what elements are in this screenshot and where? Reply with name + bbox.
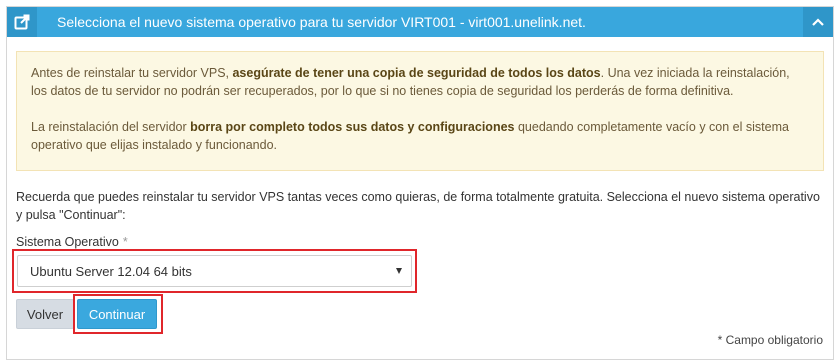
warning-text: Antes de reinstalar tu servidor VPS, [31, 66, 233, 80]
external-link-icon [7, 7, 37, 37]
os-field-label: Sistema Operativo * [16, 235, 128, 249]
collapse-button[interactable] [803, 7, 833, 37]
back-button[interactable]: Volver [16, 299, 74, 329]
reinstall-panel: Selecciona el nuevo sistema operativo pa… [6, 6, 834, 360]
warning-text: La reinstalación del servidor [31, 120, 191, 134]
intro-text: Recuerda que puedes reinstalar tu servid… [16, 190, 820, 222]
warning-paragraph-2: La reinstalación del servidor borra por … [31, 118, 809, 154]
required-field-note: * Campo obligatorio [717, 333, 823, 347]
warning-emphasis: asegúrate de tener una copia de segurida… [232, 66, 601, 80]
warning-emphasis: borra por completo todos sus datos y con… [190, 120, 515, 134]
required-mark: * [122, 235, 128, 249]
os-select-value: Ubuntu Server 12.04 64 bits [30, 263, 192, 279]
panel-title: Selecciona el nuevo sistema operativo pa… [57, 14, 586, 30]
panel-header: Selecciona el nuevo sistema operativo pa… [7, 7, 833, 37]
warning-alert: Antes de reinstalar tu servidor VPS, ase… [16, 51, 824, 171]
continue-button[interactable]: Continuar [77, 299, 157, 329]
os-label-text: Sistema Operativo [16, 235, 119, 249]
os-select[interactable]: Ubuntu Server 12.04 64 bits [17, 255, 412, 287]
warning-paragraph-1: Antes de reinstalar tu servidor VPS, ase… [31, 64, 809, 100]
caret-down-icon [396, 268, 402, 274]
chevron-up-icon [812, 18, 824, 26]
